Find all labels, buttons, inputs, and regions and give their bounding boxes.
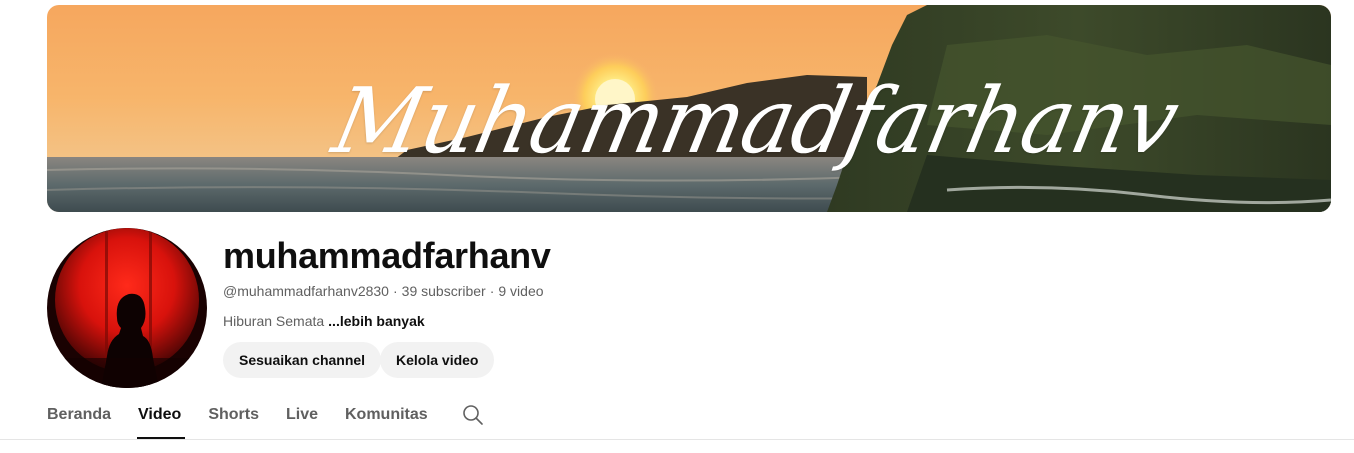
subscriber-count: 39 subscriber [401, 283, 486, 299]
tab-live[interactable]: Live [286, 395, 318, 439]
search-icon[interactable] [461, 403, 485, 427]
tab-shorts[interactable]: Shorts [208, 395, 259, 439]
channel-meta: @muhammadfarhanv2830 · 39 subscriber · 9 vid… [223, 283, 544, 299]
video-count: 9 video [498, 283, 544, 299]
more-link[interactable]: ...lebih banyak [328, 313, 424, 329]
channel-tabs: Beranda Video Shorts Live Komunitas [47, 395, 485, 439]
tabs-divider [0, 439, 1354, 440]
channel-name: muhammadfarhanv [223, 235, 551, 276]
banner-title: Muhammadfarhanv [324, 69, 1187, 174]
channel-handle: @muhammadfarhanv2830 [223, 283, 389, 299]
channel-description[interactable]: Hiburan Semata ...lebih banyak [223, 313, 425, 329]
avatar-image [47, 228, 207, 388]
channel-banner: Muhammadfarhanv [47, 5, 1331, 212]
description-text: Hiburan Semata [223, 313, 325, 329]
avatar[interactable] [47, 228, 207, 388]
manage-videos-button[interactable]: Kelola video [380, 342, 495, 378]
meta-separator: · [489, 283, 495, 299]
tab-komunitas[interactable]: Komunitas [345, 395, 428, 439]
meta-separator: · [392, 283, 398, 299]
channel-page: Muhammadfarhanv muhammadfarhanv @muhamma… [0, 0, 1354, 453]
customize-channel-button[interactable]: Sesuaikan channel [223, 342, 382, 378]
tab-beranda[interactable]: Beranda [47, 395, 111, 439]
tab-video[interactable]: Video [137, 395, 186, 439]
